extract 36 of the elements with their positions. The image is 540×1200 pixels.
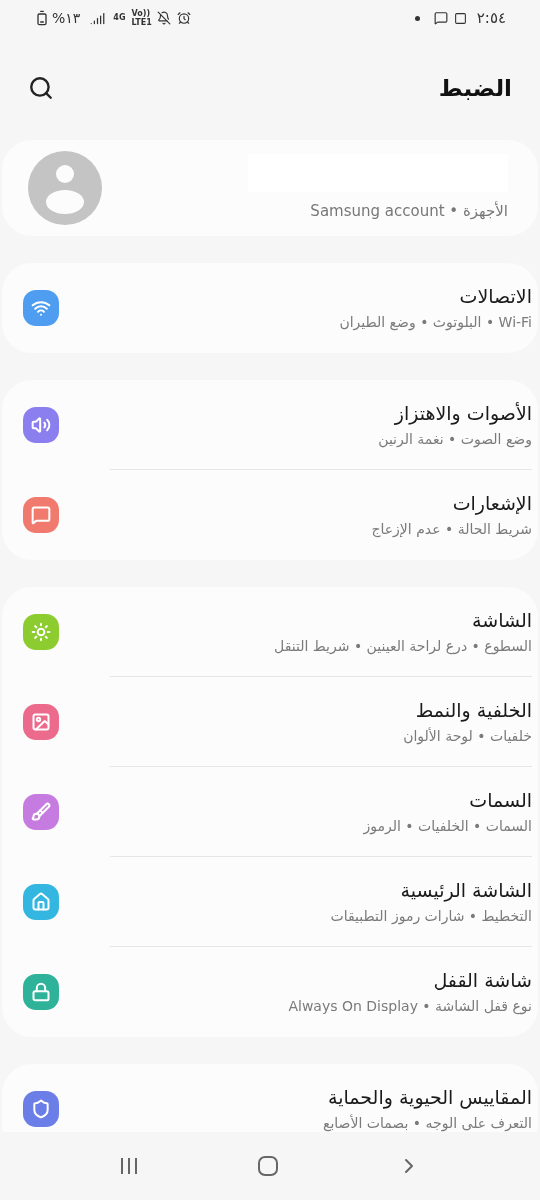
setting-title[interactable]: المقاييس الحيوية والحماية [110,1084,532,1110]
home-button-icon[interactable] [257,1155,279,1177]
volte-label: Vo)) [131,9,151,18]
page-title: الضبط [438,73,512,103]
setting-title[interactable]: الشاشة الرئيسية [110,876,532,903]
battery-percent: %١٣ [52,8,81,28]
network-type: 4G [113,12,126,24]
setting-title[interactable]: الاتصالات [110,283,532,309]
message-icon [433,11,448,25]
setting-subtitle: خلفيات • لوحة الألوان [402,726,532,747]
setting-title[interactable]: الشاشة [110,606,532,633]
square-icon [453,11,467,25]
account-subtitle: الأجهزة • Samsung account [310,200,508,222]
mute-icon [156,11,171,25]
setting-title[interactable]: شاشة القفل [110,967,532,993]
setting-title[interactable]: الإشعارات [110,490,532,516]
setting-title[interactable]: الأصوات والاهتزاز [110,399,532,426]
setting-subtitle: Wi-Fi • البلوتوث • وضع الطيران [338,313,532,333]
setting-subtitle: التخطيط • شارات رموز التطبيقات [329,906,532,927]
setting-subtitle: وضع الصوت • نغمة الرنين [377,429,532,450]
setting-subtitle: السطوع • درع لراحة العينين • شريط التنقل [273,636,532,657]
setting-title[interactable]: الخلفية والنمط [110,696,532,723]
lte-label: LTE1 [131,18,152,27]
signal-icon [90,10,106,26]
setting-subtitle: السمات • الخلفيات • الرموز [362,816,532,837]
recent-apps-icon[interactable] [119,1157,139,1175]
setting-subtitle: التعرف على الوجه • بصمات الأصابع [321,1113,532,1134]
setting-title[interactable]: السمات [110,786,532,813]
avatar-icon [28,151,102,225]
setting-subtitle: شريط الحالة • عدم الإزعاج [370,520,532,540]
search-icon[interactable] [28,75,54,101]
clock: ٢:٥٤ [476,7,506,29]
account-card[interactable]: الأجهزة • Samsung account [2,140,538,236]
setting-subtitle: نوع قفل الشاشة • Always On Display [287,997,532,1017]
alarm-icon [176,11,191,25]
battery-icon [34,10,50,26]
